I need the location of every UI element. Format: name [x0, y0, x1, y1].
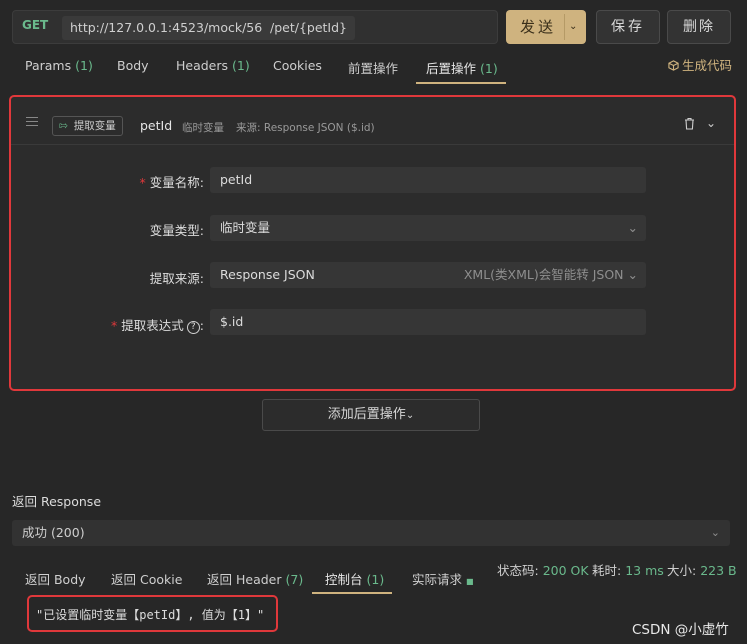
generate-code-label: 生成代码 — [682, 58, 733, 73]
send-divider — [564, 14, 565, 40]
tab-count: (7) — [285, 572, 304, 587]
tab-count: (1) — [480, 61, 498, 76]
response-title: 返回 Response — [12, 494, 102, 509]
tab-cookies[interactable]: Cookies — [273, 58, 322, 73]
active-tab-indicator — [312, 592, 392, 594]
response-size: 大小: 223 B — [667, 563, 737, 578]
tab-pre-actions[interactable]: 前置操作 — [348, 58, 398, 77]
tab-label: 返回 Header — [207, 572, 282, 587]
send-button[interactable]: 发送 ⌄ — [506, 10, 586, 44]
chevron-down-icon: ⌄ — [405, 410, 415, 421]
add-post-action-label: 添加后置操作 — [327, 407, 406, 422]
watermark: CSDN @小虚竹 — [632, 622, 729, 638]
delete-button[interactable]: 删除 — [667, 10, 731, 44]
highlight-box-extractor — [9, 95, 736, 391]
tab-count: (1) — [366, 572, 385, 587]
status-dot-icon: ■ — [466, 577, 474, 586]
tab-label: 前置操作 — [348, 61, 399, 76]
generate-code-button[interactable]: 生成代码 — [668, 55, 732, 74]
add-post-action-button[interactable]: 添加后置操作⌄ — [262, 399, 480, 431]
send-button-label: 发送 — [520, 18, 557, 36]
tab-response-body[interactable]: 返回 Body — [25, 569, 86, 588]
tab-label: 返回 Cookie — [111, 572, 183, 587]
tab-body[interactable]: Body — [117, 58, 149, 73]
tab-label: Body — [117, 58, 149, 73]
response-select[interactable]: 成功 (200) ⌄ — [12, 520, 730, 546]
path-input[interactable]: /pet/{petId} — [262, 16, 356, 40]
active-tab-indicator — [416, 82, 506, 84]
chevron-down-icon[interactable]: ⌄ — [569, 10, 577, 44]
tab-actual-request[interactable]: 实际请求 ■ — [412, 569, 474, 588]
tab-label: Headers — [176, 58, 229, 73]
tab-label: 后置操作 — [426, 61, 477, 76]
tab-count: (1) — [75, 58, 93, 73]
response-selected: 成功 (200) — [22, 525, 85, 540]
tab-count: (1) — [232, 58, 250, 73]
tab-label: Cookies — [273, 58, 322, 73]
highlight-box-console — [27, 595, 278, 632]
tab-console[interactable]: 控制台 (1) — [325, 569, 384, 588]
save-button[interactable]: 保存 — [596, 10, 660, 44]
tab-response-header[interactable]: 返回 Header (7) — [207, 569, 303, 588]
tab-headers[interactable]: Headers (1) — [176, 58, 250, 73]
tab-response-cookie[interactable]: 返回 Cookie — [111, 569, 182, 588]
cube-icon — [668, 60, 679, 71]
tab-label: 控制台 — [325, 572, 363, 587]
tab-params[interactable]: Params (1) — [25, 58, 93, 73]
url-input[interactable]: http://127.0.0.1:4523/mock/56 — [62, 16, 271, 40]
tab-label: 返回 Body — [25, 572, 86, 587]
response-time: 耗时: 13 ms — [592, 563, 664, 578]
tab-post-actions[interactable]: 后置操作 (1) — [426, 58, 498, 77]
chevron-down-icon: ⌄ — [710, 526, 720, 539]
tab-label: 实际请求 — [412, 572, 463, 587]
http-method[interactable]: GET — [22, 18, 48, 32]
status-code: 状态码: 200 OK — [497, 563, 589, 578]
tab-label: Params — [25, 58, 72, 73]
